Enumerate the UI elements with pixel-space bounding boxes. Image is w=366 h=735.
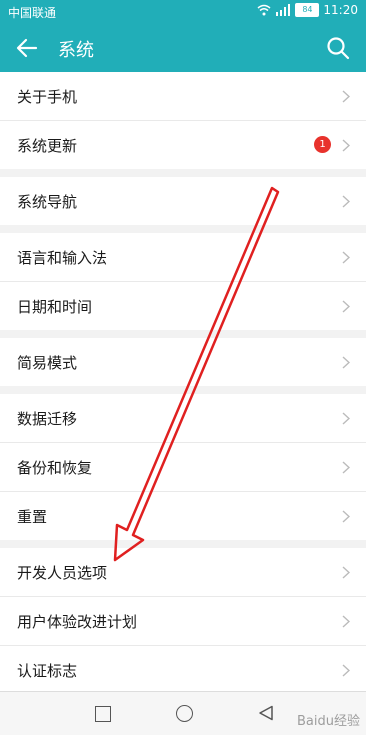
carrier-name: 中国联通 <box>8 6 57 20</box>
settings-group: 关于手机 系统更新 1 <box>0 72 366 169</box>
chevron-right-icon <box>342 510 350 523</box>
signal-icon <box>276 4 291 16</box>
back-arrow-icon[interactable] <box>14 36 40 60</box>
item-label: 语言和输入法 <box>17 248 108 267</box>
status-icons: 84 11:20 <box>257 3 358 17</box>
item-label: 日期和时间 <box>17 297 93 316</box>
item-label: 备份和恢复 <box>17 458 93 477</box>
chevron-right-icon <box>342 412 350 425</box>
settings-item-developer-options[interactable]: 开发人员选项 <box>0 548 366 596</box>
page-title: 系统 <box>58 40 94 61</box>
chevron-right-icon <box>342 251 350 264</box>
settings-item-date-time[interactable]: 日期和时间 <box>0 281 366 330</box>
chevron-right-icon <box>342 566 350 579</box>
status-bar: 中国联通 84 11:20 <box>0 0 366 24</box>
settings-item-language-input[interactable]: 语言和输入法 <box>0 233 366 281</box>
item-label: 用户体验改进计划 <box>17 612 138 631</box>
settings-group: 简易模式 <box>0 338 366 386</box>
home-icon[interactable] <box>176 705 193 722</box>
chevron-right-icon <box>342 356 350 369</box>
settings-group: 语言和输入法 日期和时间 <box>0 233 366 330</box>
settings-item-data-migration[interactable]: 数据迁移 <box>0 394 366 442</box>
chevron-right-icon <box>342 615 350 628</box>
settings-item-certification[interactable]: 认证标志 <box>0 645 366 694</box>
notification-badge: 1 <box>314 136 331 153</box>
settings-item-system-navigation[interactable]: 系统导航 <box>0 177 366 225</box>
settings-item-reset[interactable]: 重置 <box>0 491 366 540</box>
item-label: 数据迁移 <box>17 409 78 428</box>
settings-item-system-update[interactable]: 系统更新 1 <box>0 120 366 169</box>
item-label: 系统更新 <box>17 136 78 155</box>
wifi-icon <box>257 4 271 16</box>
recent-apps-icon[interactable] <box>95 706 111 722</box>
item-label: 关于手机 <box>17 87 78 106</box>
chevron-right-icon <box>342 300 350 313</box>
settings-item-about-phone[interactable]: 关于手机 <box>0 72 366 120</box>
item-label: 重置 <box>17 507 48 526</box>
chevron-right-icon <box>342 139 350 152</box>
settings-item-simple-mode[interactable]: 简易模式 <box>0 338 366 386</box>
clock: 11:20 <box>323 3 358 17</box>
settings-item-backup-restore[interactable]: 备份和恢复 <box>0 442 366 491</box>
settings-group: 开发人员选项 用户体验改进计划 认证标志 <box>0 548 366 694</box>
settings-list: 关于手机 系统更新 1 系统导航 语言和输入法 日期和时间 简易模式 数据迁移 … <box>0 72 366 702</box>
chevron-right-icon <box>342 195 350 208</box>
settings-group: 数据迁移 备份和恢复 重置 <box>0 394 366 540</box>
back-triangle-icon[interactable] <box>258 705 274 721</box>
item-label: 简易模式 <box>17 353 78 372</box>
item-label: 认证标志 <box>17 661 78 680</box>
chevron-right-icon <box>342 664 350 677</box>
battery-icon: 84 <box>295 3 320 17</box>
chevron-right-icon <box>342 90 350 103</box>
watermark: Baidu经验 <box>297 714 360 729</box>
settings-item-user-experience[interactable]: 用户体验改进计划 <box>0 596 366 645</box>
app-bar: 系统 <box>0 24 366 72</box>
search-icon[interactable] <box>326 36 350 60</box>
chevron-right-icon <box>342 461 350 474</box>
item-label: 开发人员选项 <box>17 563 108 582</box>
settings-group: 系统导航 <box>0 177 366 225</box>
item-label: 系统导航 <box>17 192 78 211</box>
